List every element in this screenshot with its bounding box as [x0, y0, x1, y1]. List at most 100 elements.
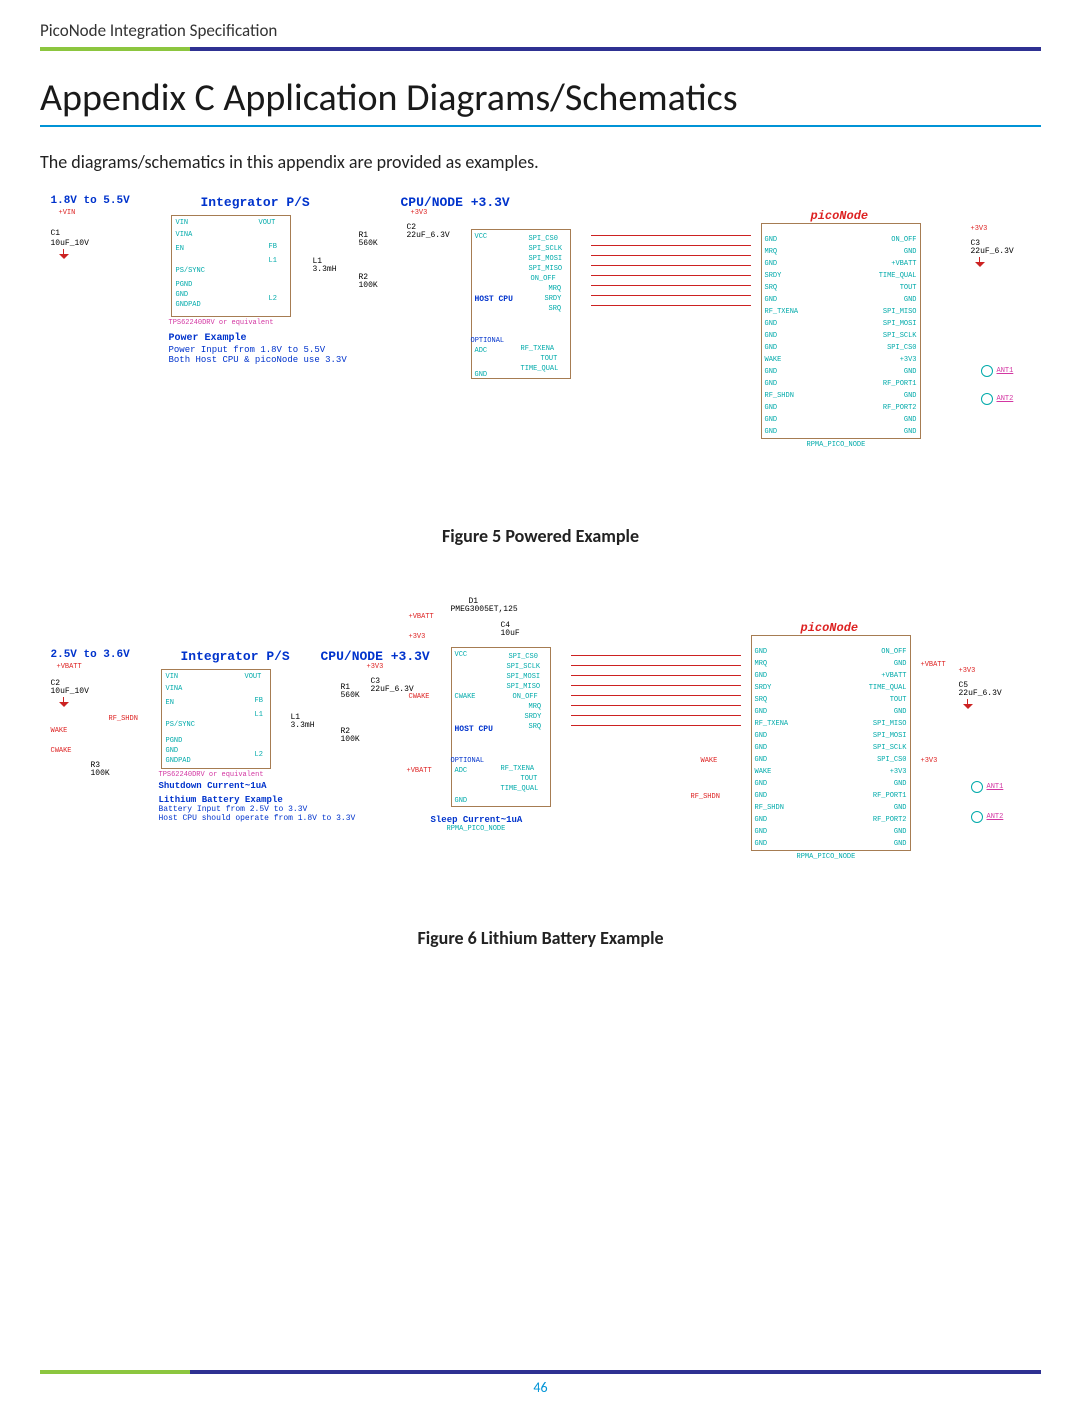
- v3-rail: +3V3: [921, 757, 938, 765]
- u1-pin: PS/SYNC: [166, 721, 195, 729]
- host-sig: TOUT: [521, 775, 538, 783]
- c2-val: 22uF_6.3V: [407, 231, 450, 240]
- l1-val: 3.3mH: [291, 721, 315, 730]
- shutdown-current: Shutdown Current~1uA: [159, 781, 267, 791]
- u1-pin: VIN: [176, 219, 189, 227]
- u1-pin: L2: [269, 295, 277, 303]
- u1-pin: VINA: [166, 685, 183, 693]
- gnd-icon: [963, 699, 973, 709]
- host-adc: ADC: [455, 767, 468, 775]
- host-gnd: GND: [475, 371, 488, 379]
- note-l3: Both Host CPU & picoNode use 3.3V: [169, 355, 347, 365]
- c3-val: 22uF_6.3V: [971, 247, 1014, 256]
- u1-pin: VIN: [166, 673, 179, 681]
- gnd-icon: [59, 249, 69, 259]
- u1-pin: EN: [176, 245, 184, 253]
- piconode-pin: GND: [904, 428, 917, 436]
- r1-val: 560K: [359, 239, 378, 248]
- host-sig: TOUT: [541, 355, 558, 363]
- host-sig: SRQ: [529, 723, 542, 731]
- vin-range: 2.5V to 3.6V: [51, 649, 130, 661]
- cwake-lbl: CWAKE: [51, 747, 72, 755]
- integrator-title: Integrator P/S: [181, 649, 290, 664]
- cpu-title: CPU/NODE +3.3V: [401, 195, 510, 210]
- piconode-pin: GND: [765, 428, 778, 436]
- rfshdn-lbl: RF_SHDN: [109, 715, 138, 723]
- header-divider: [40, 47, 1041, 51]
- u1-pin: L2: [255, 751, 263, 759]
- page-number: 46: [0, 1379, 1081, 1396]
- ant2: ANT2: [987, 813, 1004, 821]
- u1-pin: L1: [255, 711, 263, 719]
- c1-val: 10uF_10V: [51, 239, 89, 248]
- v3-rail: +3V3: [409, 633, 426, 641]
- v3-rail: +3V3: [971, 225, 988, 233]
- vbatt-rail: +VBATT: [921, 661, 946, 669]
- vbatt-rail: +VBATT: [57, 663, 82, 671]
- antenna-icon: [981, 393, 993, 405]
- note-title: Lithium Battery Example: [159, 795, 283, 805]
- v3-rail: +3V3: [411, 209, 428, 217]
- u1-pin: FB: [269, 243, 277, 251]
- host-sig: TIME_QUAL: [501, 785, 539, 793]
- host-sig: RF_TXENA: [521, 345, 555, 353]
- host-sig: SPI_CS0: [529, 235, 558, 243]
- host-sig: SRDY: [525, 713, 542, 721]
- gnd-icon: [59, 697, 69, 707]
- sleep-sub: RPMA_PICO_NODE: [447, 825, 506, 833]
- piconode-pin: GND: [755, 840, 768, 848]
- antenna-icon: [971, 811, 983, 823]
- piconode-footer: RPMA_PICO_NODE: [797, 853, 856, 861]
- piconode-title: picoNode: [811, 209, 869, 223]
- r3-val: 100K: [91, 769, 110, 778]
- host-sig: SPI_MISO: [507, 683, 541, 691]
- host-title: HOST CPU: [455, 725, 493, 734]
- antenna-icon: [971, 781, 983, 793]
- note-l3: Host CPU should operate from 1.8V to 3.3…: [159, 814, 356, 823]
- host-sig: MRQ: [549, 285, 562, 293]
- u1-pin: VINA: [176, 231, 193, 239]
- l1-val: 3.3mH: [313, 265, 337, 274]
- footer-divider: [40, 1370, 1041, 1374]
- integrator-title: Integrator P/S: [201, 195, 310, 210]
- cpu-title: CPU/NODE +3.3V: [321, 649, 430, 664]
- host-sig: SRDY: [545, 295, 562, 303]
- r2-val: 100K: [359, 281, 378, 290]
- u1-pin: VOUT: [259, 219, 276, 227]
- u1-pin: EN: [166, 699, 174, 707]
- host-sig: SPI_SCLK: [529, 245, 563, 253]
- schematic-figure-5: 1.8V to 5.5V +VIN C1 10uF_10V Integrator…: [51, 195, 1031, 495]
- piconode-footer: RPMA_PICO_NODE: [807, 441, 866, 449]
- u1-pin: FB: [255, 697, 263, 705]
- cwake-lbl: CWAKE: [409, 693, 430, 701]
- host-sig: ON_OFF: [513, 693, 538, 701]
- host-sig: TIME_QUAL: [521, 365, 559, 373]
- vbatt-rail: +VBATT: [409, 613, 434, 621]
- host-sig: MRQ: [529, 703, 542, 711]
- u1-pin: GNDPAD: [176, 301, 201, 309]
- host-sig: SPI_CS0: [509, 653, 538, 661]
- ant1: ANT1: [987, 783, 1004, 791]
- rfshdn-net: RF_SHDN: [691, 793, 720, 801]
- c2-val: 10uF_10V: [51, 687, 89, 696]
- host-adc: ADC: [475, 347, 488, 355]
- schematic-figure-6: D1 PMEG3005ET,125 +VBATT +3V3 C4 10uF 2.…: [51, 597, 1031, 897]
- ant2: ANT2: [997, 395, 1014, 403]
- wake-lbl: WAKE: [51, 727, 68, 735]
- vbatt-rail: +VBATT: [407, 767, 432, 775]
- wire-bundle: [591, 205, 751, 445]
- note-l2: Battery Input from 2.5V to 3.3V: [159, 805, 308, 814]
- wake-net: WAKE: [701, 757, 718, 765]
- sleep-current: Sleep Current~1uA: [431, 815, 523, 825]
- r2-val: 100K: [341, 735, 360, 744]
- host-sig: SRQ: [549, 305, 562, 313]
- c4-val: 10uF: [501, 629, 520, 638]
- figure5-caption: Figure 5 Powered Example: [40, 525, 1041, 547]
- host-sig: SPI_MOSI: [529, 255, 563, 263]
- c3-val: 22uF_6.3V: [371, 685, 414, 694]
- intro-text: The diagrams/schematics in this appendix…: [40, 151, 1041, 173]
- u1-pin: PGND: [176, 281, 193, 289]
- host-cwake: CWAKE: [455, 693, 476, 701]
- host-sig: SPI_MISO: [529, 265, 563, 273]
- u1-pin: GNDPAD: [166, 757, 191, 765]
